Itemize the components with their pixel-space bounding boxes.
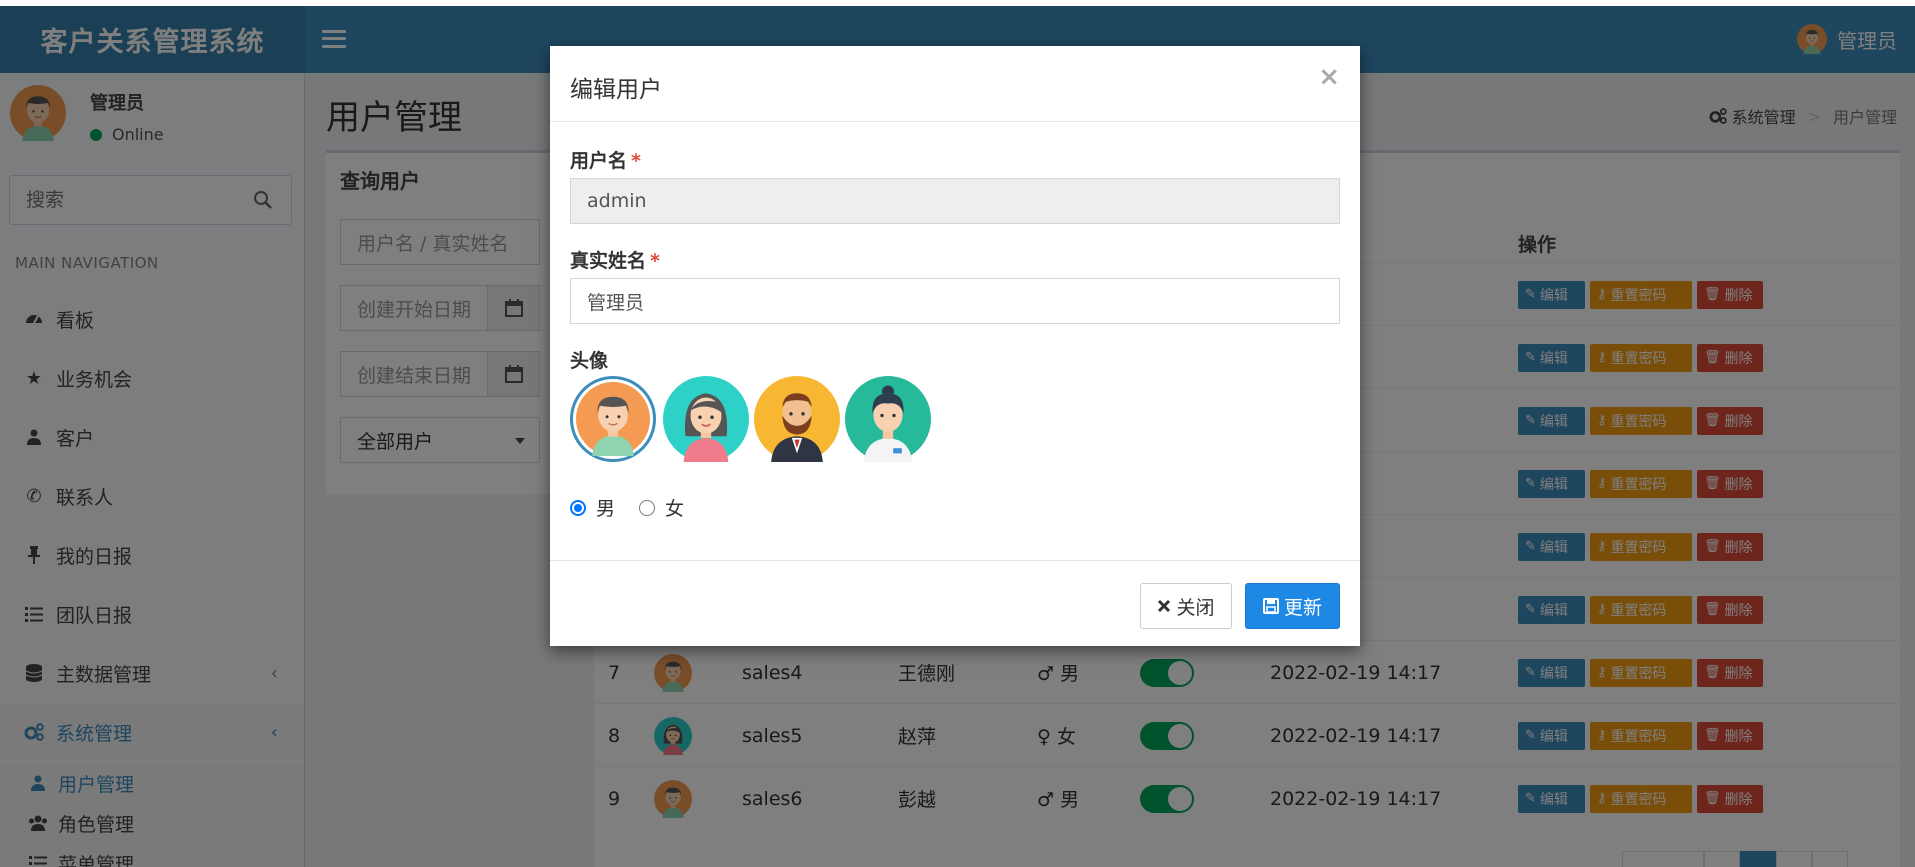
times-icon — [1157, 599, 1171, 613]
gender-radio-male[interactable] — [570, 499, 586, 516]
save-icon — [1262, 598, 1279, 614]
avatar-option-nurse[interactable] — [845, 376, 931, 462]
gender-radio-group: 男 女 — [570, 494, 684, 521]
gender-label-male: 男 — [596, 498, 616, 520]
gender-radio-female[interactable] — [639, 499, 656, 516]
realname-label: 真实姓名 * — [570, 250, 660, 272]
close-button[interactable]: 关闭 — [1140, 583, 1232, 629]
avatar-label: 头像 — [570, 350, 609, 372]
update-button[interactable]: 更新 — [1245, 583, 1340, 629]
modal-header: 编辑用户 × — [550, 46, 1360, 122]
gender-label-female: 女 — [665, 498, 685, 520]
close-icon[interactable]: × — [1318, 64, 1340, 90]
realname-field[interactable]: 管理员 — [570, 278, 1340, 324]
username-field[interactable]: admin — [570, 178, 1340, 224]
edit-user-modal: 编辑用户 × 用户名 * admin 真实姓名 * 管理员 头像 男 女 关闭 更新 — [550, 46, 1360, 646]
modal-footer: 关闭 更新 — [550, 560, 1360, 646]
avatar-option-boy[interactable] — [570, 376, 656, 462]
avatar-option-man[interactable] — [754, 376, 840, 462]
username-label: 用户名 * — [570, 150, 641, 172]
avatar-option-girl[interactable] — [663, 376, 749, 462]
modal-title: 编辑用户 — [570, 77, 662, 103]
